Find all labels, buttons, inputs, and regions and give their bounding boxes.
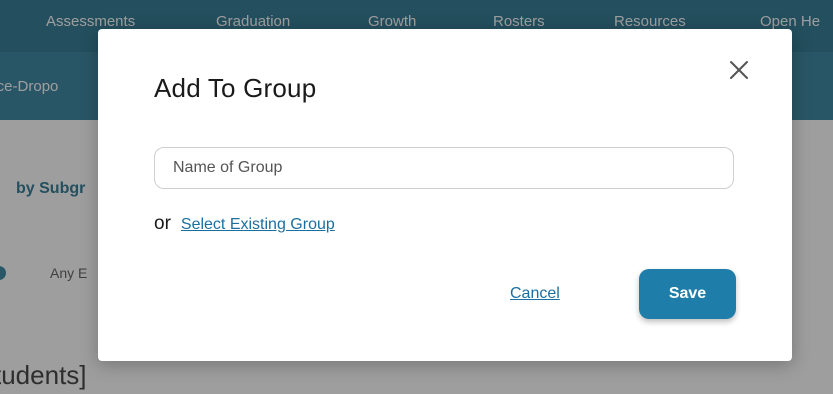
dialog-title: Add To Group — [154, 73, 317, 103]
close-button[interactable] — [724, 55, 754, 85]
select-existing-group-link[interactable]: Select Existing Group — [181, 216, 335, 234]
group-name-input[interactable] — [154, 147, 734, 189]
add-to-group-dialog: Add To Group or Select Existing Group Ca… — [98, 29, 792, 361]
close-icon — [730, 61, 748, 79]
or-label: or — [154, 213, 171, 234]
cancel-button[interactable]: Cancel — [510, 285, 560, 303]
or-select-row: or Select Existing Group — [154, 213, 335, 235]
save-button[interactable]: Save — [639, 269, 736, 319]
